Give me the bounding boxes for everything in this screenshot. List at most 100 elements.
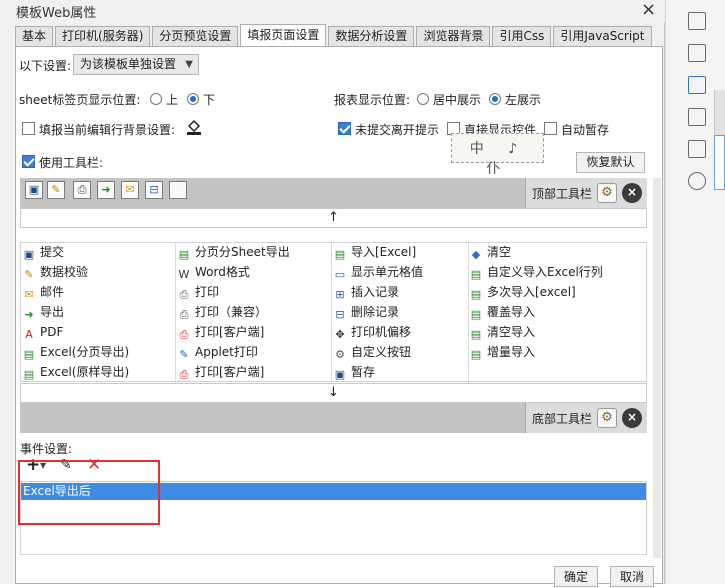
toolbar-button-item[interactable]: ▣ 暂存 bbox=[333, 362, 375, 382]
bottom-toolbar[interactable]: 底部工具栏 ⚙ × bbox=[20, 403, 647, 433]
toolbar-button-item[interactable]: ▤ 分页分Sheet导出 bbox=[177, 242, 290, 262]
grid-divider bbox=[331, 243, 332, 383]
sheet-pos-bottom-label: 下 bbox=[203, 93, 216, 107]
autosave-checkbox[interactable] bbox=[544, 122, 557, 135]
toolbar-button-label: 邮件 bbox=[40, 285, 65, 299]
bottom-toolbar-label: 底部工具栏 bbox=[532, 412, 593, 426]
toolbar-button-label: 清空导入 bbox=[487, 325, 536, 339]
export-icon: ➜ bbox=[24, 308, 34, 321]
arrow-up-icon: ↑ bbox=[328, 210, 339, 225]
tab-basic[interactable]: 基本 bbox=[15, 26, 54, 47]
toolbar-button-item[interactable]: ▤ Excel(原样导出) bbox=[22, 362, 129, 382]
use-toolbar-checkbox[interactable] bbox=[22, 155, 35, 168]
toolbar-button-label: 暂存 bbox=[351, 365, 376, 379]
dialog-title: 模板Web属性 bbox=[16, 6, 97, 21]
toolbar-button-label: 导出 bbox=[40, 305, 65, 319]
blank-page-icon[interactable] bbox=[169, 181, 187, 199]
top-toolbar[interactable]: ▣ ✎ ⎙ ➜ ✉ ⊟ 顶部工具栏 ⚙ × bbox=[20, 178, 647, 208]
paint-bucket-icon[interactable] bbox=[185, 118, 203, 136]
tab-javascript[interactable]: 引用JavaScript bbox=[553, 26, 652, 47]
toolbar-button-item[interactable]: ✎ Applet打印 bbox=[177, 342, 257, 362]
toolbar-button-item[interactable]: ⚙ 自定义按钮 bbox=[333, 342, 411, 362]
toolbar-button-item[interactable]: ⊞ 插入记录 bbox=[333, 282, 399, 302]
toolbar-button-item[interactable]: ⊟ 删除记录 bbox=[333, 302, 399, 322]
bottom-toolbar-label-box: 底部工具栏 ⚙ × bbox=[525, 403, 647, 433]
cell-icon[interactable] bbox=[688, 76, 706, 94]
email-icon[interactable]: ✉ bbox=[121, 181, 139, 199]
toolbar-button-item[interactable]: ▤ 清空导入 bbox=[469, 322, 535, 342]
print-compat-icon: ⎙ bbox=[179, 308, 189, 321]
stack-icon[interactable] bbox=[688, 140, 706, 158]
save-icon[interactable]: ▣ bbox=[25, 181, 43, 199]
sheet-pos-top-radio[interactable] bbox=[150, 93, 162, 105]
arrow-down-icon: ↓ bbox=[328, 385, 339, 400]
condition-icon[interactable] bbox=[688, 108, 706, 126]
top-toolbar-label-box: 顶部工具栏 ⚙ × bbox=[525, 178, 647, 208]
stamp-image: 中 ♪ 仆 bbox=[451, 133, 544, 177]
toolbar-button-label: 打印 bbox=[195, 285, 220, 299]
toolbar-button-item[interactable]: ▤ 导入[Excel] bbox=[333, 242, 416, 262]
tab-fill-page[interactable]: 填报页面设置 bbox=[240, 24, 327, 47]
print-icon: ⎙ bbox=[179, 288, 189, 301]
toolbar-button-label: 数据校验 bbox=[40, 265, 89, 279]
toolbar-button-label: 多次导入[excel] bbox=[487, 285, 576, 299]
tab-css[interactable]: 引用Css bbox=[492, 26, 552, 47]
tab-printer-server[interactable]: 打印机(服务器) bbox=[55, 26, 151, 47]
submit-icon: ▣ bbox=[23, 248, 35, 261]
toolbar-button-item[interactable]: ▤ Excel(分页导出) bbox=[22, 342, 129, 362]
toolbar-button-item[interactable]: W Word格式 bbox=[177, 262, 250, 282]
tab-browser-bg[interactable]: 浏览器背景 bbox=[416, 26, 491, 47]
toolbar-button-item[interactable]: ◆ 清空 bbox=[469, 242, 511, 262]
tab-paging-preview[interactable]: 分页预览设置 bbox=[152, 26, 239, 47]
close-circle-icon[interactable]: × bbox=[622, 408, 642, 428]
restore-default-button[interactable]: 恢复默认 bbox=[576, 152, 645, 173]
report-pos-center-radio[interactable] bbox=[417, 93, 429, 105]
layout-icon[interactable] bbox=[688, 12, 706, 30]
toolbar-button-item[interactable]: ▤ 增量导入 bbox=[469, 342, 535, 362]
toolbar-button-item[interactable]: ➜ 导出 bbox=[22, 302, 64, 322]
tree-icon[interactable]: ⊟ bbox=[145, 181, 163, 199]
incremental-import-icon: ▤ bbox=[470, 348, 482, 361]
import-excel-icon: ▤ bbox=[334, 248, 346, 261]
toolbar-button-item[interactable]: ▤ 多次导入[excel] bbox=[469, 282, 576, 302]
overwrite-import-icon: ▤ bbox=[470, 308, 482, 321]
tab-data-analysis[interactable]: 数据分析设置 bbox=[328, 26, 415, 47]
widget-icon[interactable] bbox=[688, 44, 706, 62]
toolbar-button-label: 显示单元格值 bbox=[351, 265, 424, 279]
toolbar-button-item[interactable]: ⎙ 打印 bbox=[177, 282, 219, 302]
toolbar-button-item[interactable]: ⎙ 打印[客户端] bbox=[177, 322, 265, 342]
gear-icon[interactable]: ⚙ bbox=[597, 408, 617, 428]
move-up-button[interactable]: ↑ bbox=[20, 208, 647, 228]
print-icon[interactable]: ⎙ bbox=[73, 181, 91, 199]
scrollbar[interactable] bbox=[653, 178, 661, 558]
toolbar-button-item[interactable]: ✉ 邮件 bbox=[22, 282, 64, 302]
export-icon[interactable]: ➜ bbox=[97, 181, 115, 199]
toolbar-button-item[interactable]: ▭ 显示单元格值 bbox=[333, 262, 423, 282]
close-icon[interactable]: × bbox=[641, 0, 656, 20]
scope-label: 以下设置: bbox=[19, 59, 72, 73]
cell-value-icon: ▭ bbox=[334, 268, 346, 281]
toolbar-button-item[interactable]: ▣ 提交 bbox=[22, 242, 64, 262]
fill-bg-checkbox[interactable] bbox=[22, 122, 35, 135]
report-pos-left-radio[interactable] bbox=[489, 93, 501, 105]
right-side-panel bbox=[665, 0, 725, 584]
toolbar-button-item[interactable]: ▤ 自定义导入Excel行列 bbox=[469, 262, 603, 282]
title-bar[interactable]: 模板Web属性 × bbox=[0, 0, 665, 22]
toolbar-button-item[interactable]: ✎ 数据校验 bbox=[22, 262, 88, 282]
gear-icon[interactable]: ⚙ bbox=[597, 183, 617, 203]
move-down-button[interactable]: ↓ bbox=[20, 383, 647, 403]
toolbar-button-label: 自定义按钮 bbox=[351, 345, 412, 359]
toolbar-button-item[interactable]: ⎙ 打印（兼容） bbox=[177, 302, 267, 322]
toolbar-button-item[interactable]: ✥ 打印机偏移 bbox=[333, 322, 411, 342]
sheet-pos-bottom-radio[interactable] bbox=[187, 93, 199, 105]
toolbar-button-item[interactable]: ▤ 覆盖导入 bbox=[469, 302, 535, 322]
scope-select[interactable]: 为该模板单独设置 ▼ bbox=[73, 54, 199, 75]
toolbar-button-item[interactable]: A PDF bbox=[22, 322, 63, 342]
delete-row-icon: ⊟ bbox=[335, 308, 345, 321]
close-circle-icon[interactable]: × bbox=[622, 183, 642, 203]
edit-icon[interactable]: ✎ bbox=[47, 181, 65, 199]
unsubmitted-checkbox[interactable] bbox=[338, 122, 351, 135]
link-icon[interactable] bbox=[688, 172, 706, 190]
toolbar-button-label: Word格式 bbox=[195, 265, 250, 279]
toolbar-button-item[interactable]: ⎙ 打印[客户端] bbox=[177, 362, 265, 382]
